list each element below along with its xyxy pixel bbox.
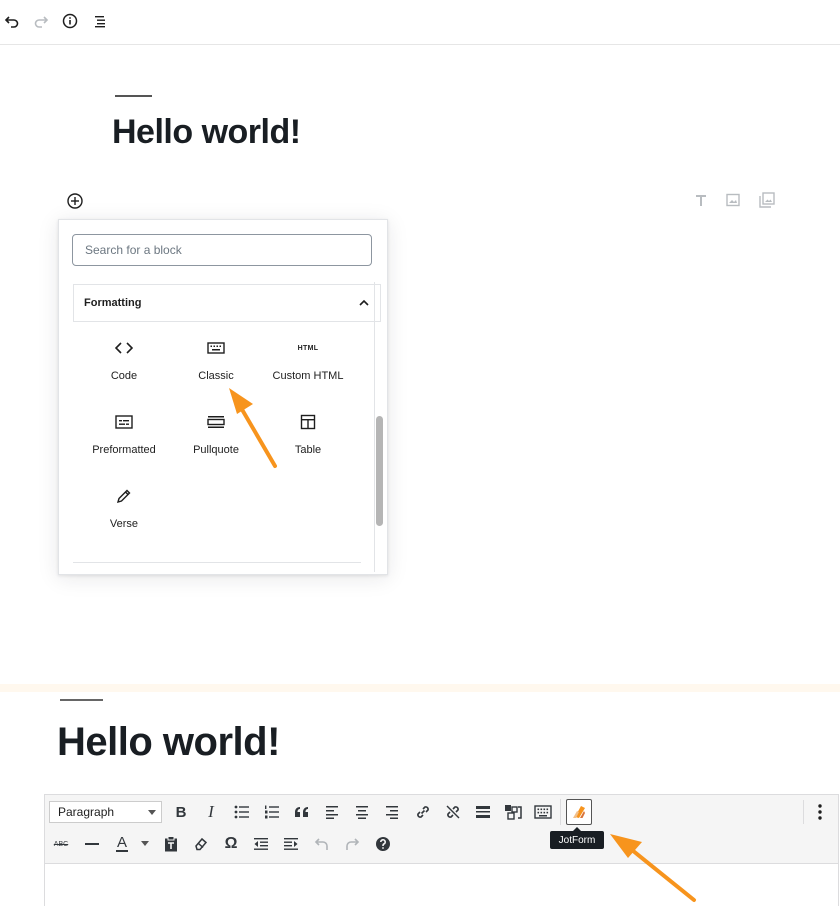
unlink-icon[interactable] — [442, 801, 464, 823]
keyboard-icon — [170, 338, 262, 358]
omega-glyph: Ω — [224, 835, 238, 852]
format-select-value: Paragraph — [58, 805, 115, 819]
annotation-arrow-icon — [229, 388, 277, 468]
link-icon[interactable] — [412, 801, 434, 823]
strikethrough-icon[interactable]: ABC — [50, 833, 72, 855]
undo-icon[interactable] — [311, 833, 333, 855]
block-search-input[interactable] — [72, 234, 372, 266]
block-code[interactable]: Code — [78, 338, 170, 400]
list-view-icon[interactable] — [90, 11, 110, 31]
bulleted-list-icon[interactable] — [231, 801, 253, 823]
block-label: Custom HTML — [272, 370, 344, 382]
indent-icon[interactable] — [280, 833, 302, 855]
text-color-glyph: A — [115, 834, 128, 852]
classic-toolbar: Paragraph B I ABC A Ω — [44, 794, 839, 864]
formatting-panel-toggle[interactable]: Formatting — [73, 284, 381, 322]
toolbar-separator — [803, 800, 804, 824]
block-verse[interactable]: Verse — [78, 486, 170, 548]
add-block-icon[interactable] — [66, 192, 84, 210]
post-title[interactable]: Hello world! — [112, 113, 301, 152]
post-title[interactable]: Hello world! — [57, 720, 280, 765]
panel-divider — [73, 562, 361, 563]
align-left-icon[interactable] — [321, 801, 343, 823]
classic-editor-content[interactable] — [44, 864, 839, 906]
italic-icon[interactable]: I — [200, 801, 222, 823]
jotform-tooltip: JotForm — [550, 827, 604, 849]
chevron-down-icon — [148, 810, 156, 815]
read-more-icon[interactable] — [472, 801, 494, 823]
text-color-dropdown-icon[interactable] — [141, 841, 149, 846]
undo-icon[interactable] — [2, 11, 22, 31]
section-divider — [0, 684, 840, 692]
italic-glyph: I — [208, 802, 214, 821]
format-select[interactable]: Paragraph — [49, 801, 162, 823]
align-right-icon[interactable] — [381, 801, 403, 823]
jotform-icon[interactable] — [566, 799, 592, 825]
inserter-scrollbar[interactable] — [376, 416, 383, 526]
annotation-arrow-icon — [610, 834, 696, 902]
bold-glyph: B — [175, 803, 187, 821]
title-separator — [115, 95, 152, 97]
toolbar-toggle-icon[interactable] — [532, 801, 554, 823]
paste-text-icon[interactable] — [160, 833, 182, 855]
help-icon[interactable] — [372, 833, 394, 855]
code-icon — [78, 338, 170, 358]
block-label: Verse — [109, 518, 139, 530]
image-icon[interactable] — [723, 190, 743, 210]
title-separator — [60, 699, 103, 701]
editor-top-toolbar — [0, 0, 840, 45]
gallery-icon[interactable] — [757, 190, 777, 210]
outdent-icon[interactable] — [250, 833, 272, 855]
numbered-list-icon[interactable] — [261, 801, 283, 823]
fullscreen-icon[interactable] — [502, 801, 524, 823]
pencil-icon — [78, 486, 170, 506]
special-character-icon[interactable]: Ω — [220, 833, 242, 855]
html-icon: HTML — [262, 338, 354, 358]
clear-formatting-icon[interactable] — [190, 833, 212, 855]
redo-icon[interactable] — [31, 11, 51, 31]
text-color-icon[interactable]: A — [111, 833, 133, 855]
chevron-up-icon — [358, 297, 370, 309]
formatting-panel-title: Formatting — [84, 297, 142, 309]
preformatted-icon — [78, 412, 170, 432]
horizontal-line-icon[interactable] — [81, 833, 103, 855]
blockquote-icon[interactable] — [291, 801, 313, 823]
block-preformatted[interactable]: Preformatted — [78, 412, 170, 474]
html-icon-text: HTML — [297, 344, 319, 352]
redo-icon[interactable] — [341, 833, 363, 855]
strike-glyph: ABC — [53, 840, 69, 848]
info-icon[interactable] — [60, 11, 80, 31]
align-center-icon[interactable] — [351, 801, 373, 823]
more-options-icon[interactable] — [810, 802, 830, 822]
bold-icon[interactable]: B — [170, 801, 192, 823]
toolbar-separator — [560, 799, 561, 825]
text-icon[interactable] — [691, 190, 711, 210]
